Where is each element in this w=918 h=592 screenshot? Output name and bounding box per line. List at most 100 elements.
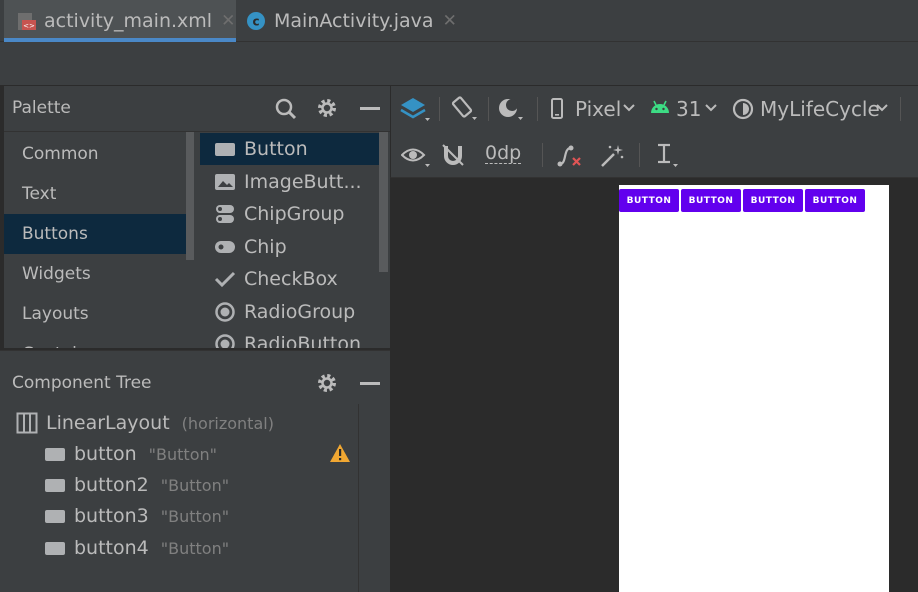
xml-layout-icon: <> [16,10,38,32]
chip-icon [214,236,236,258]
device-preview[interactable]: BUTTON BUTTON BUTTON BUTTON [619,185,889,592]
theme-selector[interactable]: MyLifeCycle [760,97,880,121]
java-class-icon: c [246,11,266,31]
tree-node-label: button2 [74,474,149,496]
palette-items-scrollbar[interactable] [379,132,388,272]
palette-item-label: RadioButton [244,333,362,348]
button-icon [44,477,66,493]
palette-item-imagebutton[interactable]: ImageButt... [200,166,380,198]
editor-tab-bar: <> activity_main.xml ✕ c MainActivity.ja… [0,0,918,42]
button-icon [44,508,66,524]
image-button-icon [214,171,236,193]
palette-category-widgets[interactable]: Widgets [4,254,194,294]
palette-item-checkbox[interactable]: CheckBox [200,263,380,295]
tree-node-button[interactable]: button "Button" [44,439,217,469]
tree-node-label: button [74,443,137,465]
component-tree-header: Component Tree [0,350,390,404]
tab-activity-main-xml[interactable]: <> activity_main.xml ✕ [4,0,236,42]
palette-body: Common Text Buttons Widgets Layouts Cont… [4,132,390,348]
palette-category-text[interactable]: Text [4,174,194,214]
chevron-down-icon[interactable] [876,104,888,112]
api-level-selector[interactable]: 31 [676,97,701,121]
tree-node-button4[interactable]: button4 "Button" [44,533,229,563]
orientation-icon[interactable] [449,95,479,123]
layers-icon[interactable] [399,96,431,124]
tree-node-detail: "Button" [160,475,230,495]
chevron-down-icon[interactable] [623,104,635,112]
tree-node-label: LinearLayout [46,412,170,434]
layout-toolbar: 0dp [390,132,918,178]
eye-icon[interactable] [401,144,433,170]
tab-main-activity-java[interactable]: c MainActivity.java ✕ [246,0,457,42]
device-icon[interactable] [550,98,564,120]
toolbar-separator [439,97,440,121]
component-tree-body: LinearLayout (horizontal) button "Button… [0,404,390,592]
editor-subbar [0,42,918,86]
tree-node-detail: "Button" [148,444,217,464]
palette-item-label: RadioGroup [244,301,356,323]
palette-category-layouts[interactable]: Layouts [4,294,194,334]
palette-item-chipgroup[interactable]: ChipGroup [200,198,380,230]
palette-category-containers[interactable]: Contai... [4,334,194,348]
button-icon [214,138,236,160]
toolbar-separator [639,143,640,167]
gear-icon[interactable] [316,372,338,394]
tree-node-detail: "Button" [160,538,230,558]
svg-text:c: c [252,15,259,29]
warning-icon[interactable] [329,443,351,463]
palette-item-button[interactable]: Button [200,133,380,165]
palette-title: Palette [12,98,71,118]
palette-item-label: CheckBox [244,268,338,290]
button-icon [44,446,66,462]
palette-item-label: ImageButt... [244,171,362,193]
palette-item-chip[interactable]: Chip [200,231,380,263]
tree-node-detail: (horizontal) [181,413,274,433]
tree-node-label: button3 [74,505,149,527]
default-margin-field[interactable]: 0dp [485,143,522,164]
palette-header: Palette [4,86,390,132]
toolbar-separator [537,97,538,121]
close-tab-icon[interactable]: ✕ [221,11,235,31]
minimize-icon[interactable] [360,382,380,385]
chevron-down-icon[interactable] [705,104,717,112]
tree-divider [358,404,359,592]
device-selector[interactable]: Pixel [575,97,621,121]
magnet-off-icon[interactable] [441,143,465,167]
toolbar-separator [488,97,489,121]
tree-node-button3[interactable]: button3 "Button" [44,501,229,531]
svg-text:<>: <> [23,22,35,30]
palette-item-label: Chip [244,236,287,258]
preview-button-3[interactable]: BUTTON [743,189,803,212]
palette-item-label: Button [244,138,308,160]
tree-node-label: button4 [74,537,149,559]
palette-item-radiobutton[interactable]: RadioButton [200,328,380,348]
minimize-icon[interactable] [360,107,380,110]
chip-group-icon [214,203,236,225]
palette-item-radiogroup[interactable]: RadioGroup [200,296,380,328]
close-tab-icon[interactable]: ✕ [443,11,457,31]
tree-node-detail: "Button" [160,506,230,526]
android-icon [650,100,670,114]
tree-node-linearlayout[interactable]: LinearLayout (horizontal) [16,408,274,438]
palette-item-label: ChipGroup [244,203,345,225]
radio-button-icon [214,333,236,348]
preview-button-4[interactable]: BUTTON [805,189,865,212]
toolbar-separator [900,97,901,121]
linear-layout-icon [16,412,38,434]
tab-label: activity_main.xml [44,10,213,32]
night-mode-icon[interactable] [497,97,525,123]
search-icon[interactable] [274,97,298,121]
preview-button-1[interactable]: BUTTON [619,189,679,212]
clear-constraints-icon[interactable] [557,144,583,168]
category-scrollbar[interactable] [186,132,194,260]
preview-button-2[interactable]: BUTTON [681,189,741,212]
align-icon[interactable] [655,142,685,170]
palette-category-common[interactable]: Common [4,134,194,174]
gear-icon[interactable] [316,97,338,119]
tab-label: MainActivity.java [274,10,434,32]
toolbar-separator [542,143,543,167]
radio-group-icon [214,301,236,323]
magic-wand-icon[interactable] [599,143,625,169]
palette-category-buttons[interactable]: Buttons [4,214,194,254]
tree-node-button2[interactable]: button2 "Button" [44,470,229,500]
